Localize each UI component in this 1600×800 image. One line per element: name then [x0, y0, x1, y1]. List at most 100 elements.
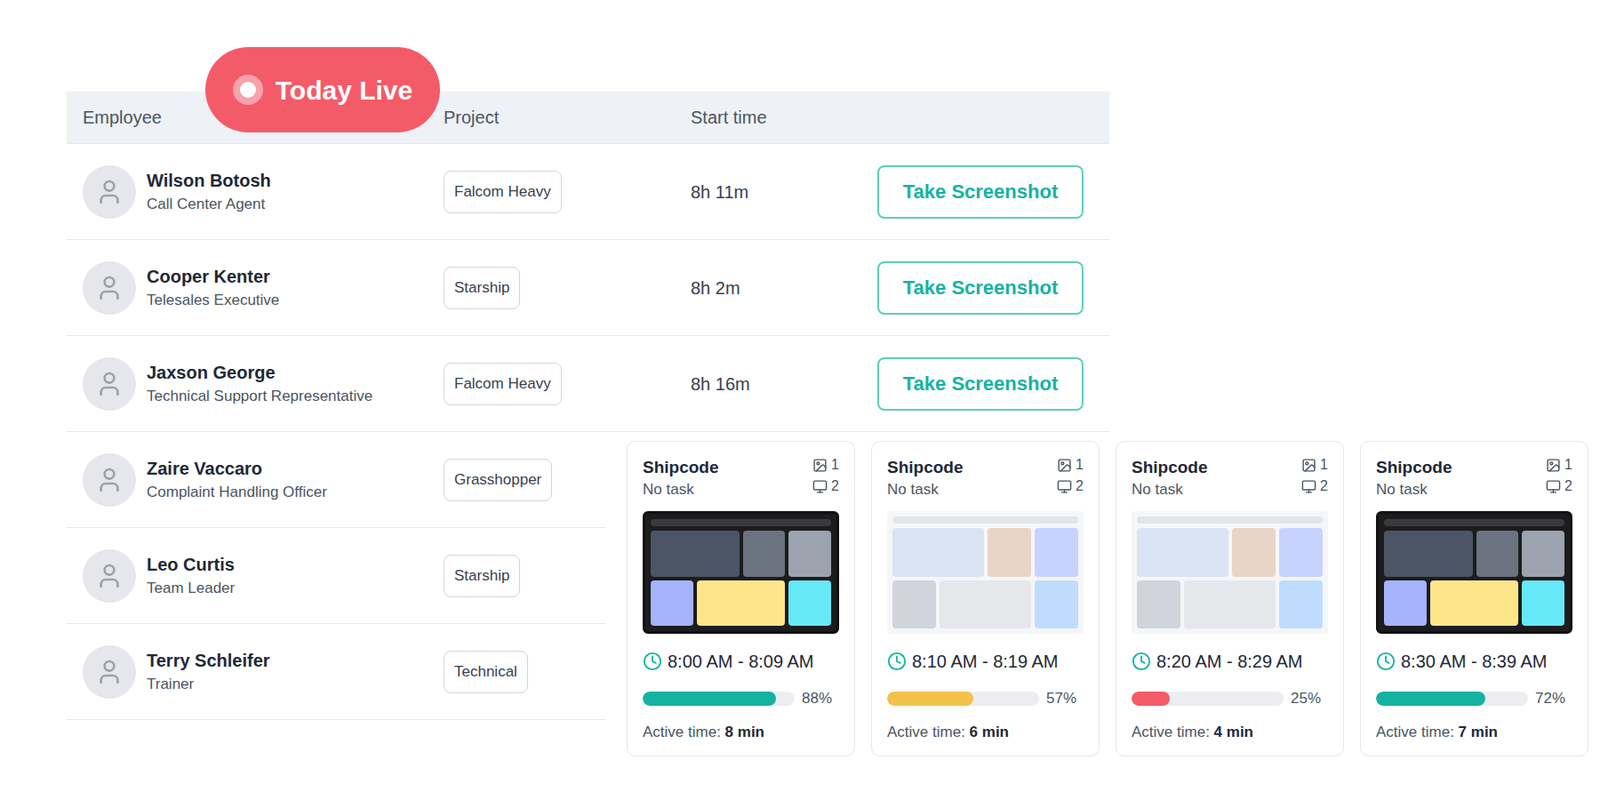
project-cell: Falcom Heavy: [443, 170, 691, 214]
employee-cell: Wilson BotoshCall Center Agent: [82, 165, 444, 219]
image-icon: [1056, 457, 1072, 473]
employee-cell: Terry SchleiferTrainer: [82, 645, 444, 699]
activity-card[interactable]: ShipcodeNo task128:10 AM - 8:19 AM57%Act…: [871, 440, 1100, 757]
time-range: 8:10 AM - 8:19 AM: [912, 648, 1059, 675]
employee-name: Zaire Vaccaro: [146, 456, 328, 481]
table-row: Leo CurtisTeam LeaderStarship: [66, 528, 606, 624]
person-icon: [95, 273, 124, 303]
card-project: Shipcode: [1376, 456, 1453, 480]
employee-name: Leo Curtis: [146, 552, 235, 577]
clock-icon: [642, 651, 663, 672]
card-project: Shipcode: [1131, 456, 1208, 480]
time-range: 8:00 AM - 8:09 AM: [667, 648, 815, 675]
card-project: Shipcode: [642, 456, 720, 480]
activity-card[interactable]: ShipcodeNo task128:30 AM - 8:39 AM72%Act…: [1360, 440, 1589, 757]
employee-role: Telesales Executive: [146, 288, 280, 312]
screen-count: 2: [831, 477, 840, 496]
employee-name: Jaxson George: [146, 360, 373, 385]
activity-bar: [1376, 691, 1528, 706]
employee-role: Technical Support Representative: [146, 384, 373, 408]
monitor-icon: [1056, 479, 1072, 495]
employee-name: Wilson Botosh: [146, 168, 272, 193]
clock-icon: [1131, 651, 1152, 672]
project-cell: Starship: [443, 266, 691, 310]
activity-card[interactable]: ShipcodeNo task 1 2 8:20 AM - 8:29 AM 25% Act…: [1115, 440, 1344, 757]
activity-card[interactable]: ShipcodeNo task128:00 AM - 8:09 AM88%Act…: [626, 440, 856, 757]
activity-cards: ShipcodeNo task128:00 AM - 8:09 AM88%Act…: [626, 440, 1589, 757]
table-row: Wilson BotoshCall Center AgentFalcom Hea…: [66, 144, 1110, 240]
image-count: 1: [1564, 456, 1573, 474]
monitor-icon: [812, 479, 828, 495]
live-dot-icon: [232, 74, 264, 105]
card-project: Shipcode: [887, 456, 964, 480]
screenshot-thumbnail[interactable]: [887, 511, 1084, 634]
screen-count: 2: [1075, 477, 1084, 496]
activity-percent: 57%: [1046, 687, 1077, 711]
active-time: Active time: 4 min: [1131, 720, 1328, 744]
employee-table: Today LiveEmployeeProjectStart timeWilso…: [66, 91, 1110, 757]
employee-cell: Jaxson GeorgeTechnical Support Represent…: [82, 357, 444, 411]
activity-bar: [1131, 691, 1284, 706]
screenshot-thumbnail[interactable]: [642, 511, 840, 634]
employee-name: Terry Schleifer: [146, 648, 271, 673]
image-icon: [1301, 457, 1317, 473]
start-time: 8h 2m: [690, 274, 878, 302]
active-time: Active time: 6 min: [887, 720, 1084, 744]
person-icon: [95, 657, 124, 687]
card-task: No task: [1376, 479, 1453, 501]
take-screenshot-button[interactable]: Take Screenshot: [877, 165, 1084, 219]
employee-cell: Leo CurtisTeam Leader: [82, 549, 444, 603]
time-range: 8:30 AM - 8:39 AM: [1400, 648, 1548, 675]
column-header: Start time: [690, 104, 878, 131]
project-tag: Starship: [443, 266, 520, 310]
activity-bar: [642, 691, 795, 706]
employee-role: Complaint Handling Officer: [146, 480, 328, 504]
active-time: Active time: 7 min: [1376, 720, 1573, 744]
avatar: [82, 357, 136, 411]
card-task: No task: [642, 479, 720, 501]
avatar: [82, 453, 136, 507]
screen-count: 2: [1564, 477, 1573, 496]
badge-label: Today Live: [275, 70, 413, 111]
image-icon: [812, 457, 828, 473]
employee-cell: Cooper KenterTelesales Executive: [82, 261, 444, 315]
person-icon: [95, 177, 124, 207]
screen-count: 2: [1320, 477, 1328, 496]
monitor-icon: [1301, 479, 1317, 495]
avatar: [82, 549, 136, 603]
employee-cell: Zaire VaccaroComplaint Handling Officer: [82, 453, 444, 507]
take-screenshot-button[interactable]: Take Screenshot: [877, 357, 1084, 411]
project-tag: Falcom Heavy: [443, 170, 562, 214]
activity-percent: 88%: [801, 687, 832, 711]
page: Today LiveEmployeeProjectStart timeWilso…: [0, 0, 1600, 800]
column-header: Project: [443, 104, 691, 131]
clock-icon: [887, 651, 907, 672]
take-screenshot-button[interactable]: Take Screenshot: [877, 261, 1084, 315]
image-count: 1: [831, 456, 840, 474]
avatar: [82, 165, 136, 219]
card-task: No task: [887, 479, 964, 501]
start-time: 8h 16m: [690, 370, 878, 398]
card-task: No task: [1131, 479, 1208, 501]
avatar: [82, 645, 136, 699]
project-tag: Falcom Heavy: [443, 362, 562, 406]
activity-percent: 25%: [1290, 687, 1321, 711]
table-row: Cooper KenterTelesales ExecutiveStarship…: [66, 240, 1110, 336]
project-tag: Technical: [443, 650, 528, 694]
project-tag: Grasshopper: [443, 458, 552, 502]
time-range: 8:20 AM - 8:29 AM: [1156, 648, 1304, 675]
screenshot-thumbnail[interactable]: [1376, 511, 1573, 634]
today-live-badge[interactable]: Today Live: [205, 47, 440, 133]
table-row: Terry SchleiferTrainerTechnical: [66, 624, 606, 720]
project-cell: Falcom Heavy: [443, 362, 691, 406]
employee-role: Call Center Agent: [146, 192, 272, 216]
monitor-icon: [1545, 479, 1561, 495]
table-row: Jaxson GeorgeTechnical Support Represent…: [66, 336, 1110, 432]
image-count: 1: [1320, 456, 1328, 474]
person-icon: [95, 561, 124, 591]
screenshot-thumbnail[interactable]: [1131, 511, 1328, 634]
person-icon: [95, 465, 124, 495]
person-icon: [95, 369, 124, 399]
activity-bar: [887, 691, 1040, 706]
employee-name: Cooper Kenter: [146, 264, 280, 289]
